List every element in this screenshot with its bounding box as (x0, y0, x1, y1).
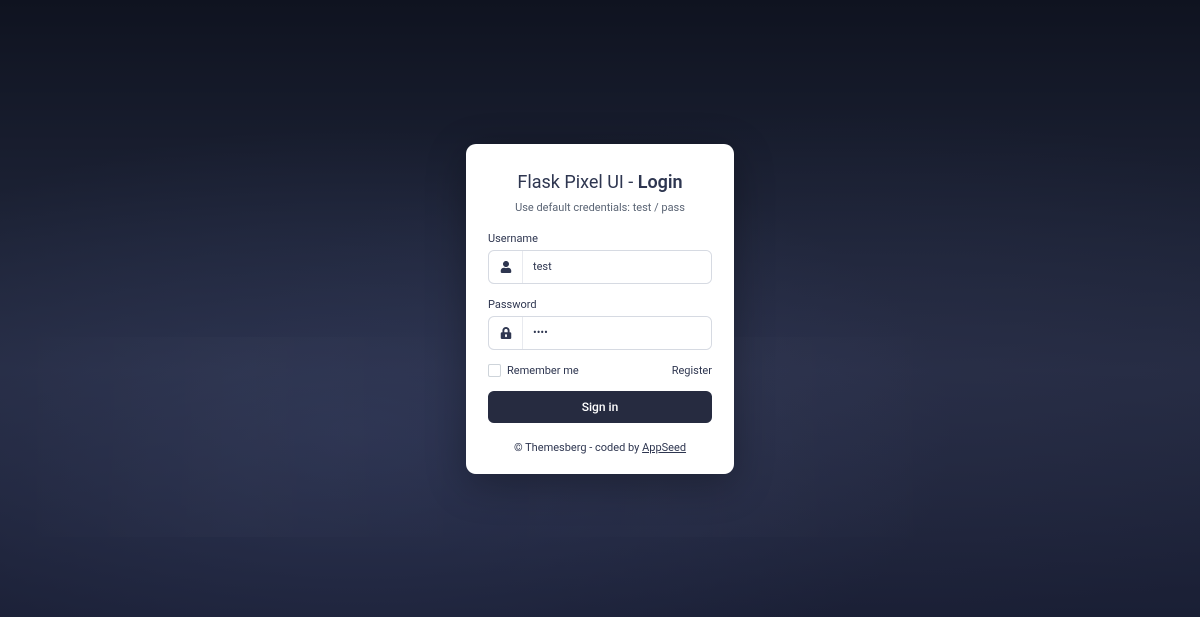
remember-me-wrap: Remember me (488, 364, 579, 377)
title-separator: - (624, 172, 638, 193)
signin-button[interactable]: Sign in (488, 391, 712, 423)
login-card: Flask Pixel UI - Login Use default crede… (466, 144, 734, 474)
password-label: Password (488, 298, 712, 311)
remember-me-checkbox[interactable] (488, 364, 501, 377)
page-name: Login (638, 172, 683, 193)
user-icon (489, 251, 523, 283)
lock-icon (489, 317, 523, 349)
username-input[interactable] (523, 251, 711, 283)
form-options-row: Remember me Register (488, 364, 712, 377)
remember-me-label: Remember me (507, 364, 579, 377)
password-input[interactable] (523, 317, 711, 349)
footer-prefix: © Themesberg - coded by (514, 441, 642, 454)
username-input-group (488, 250, 712, 284)
password-input-group (488, 316, 712, 350)
appseed-link[interactable]: AppSeed (642, 441, 686, 454)
brand-name: Flask Pixel UI (517, 172, 623, 193)
footer-credits: © Themesberg - coded by AppSeed (488, 441, 712, 454)
register-link[interactable]: Register (672, 364, 712, 377)
page-title: Flask Pixel UI - Login (488, 172, 712, 193)
username-label: Username (488, 232, 712, 245)
credentials-hint: Use default credentials: test / pass (488, 201, 712, 214)
